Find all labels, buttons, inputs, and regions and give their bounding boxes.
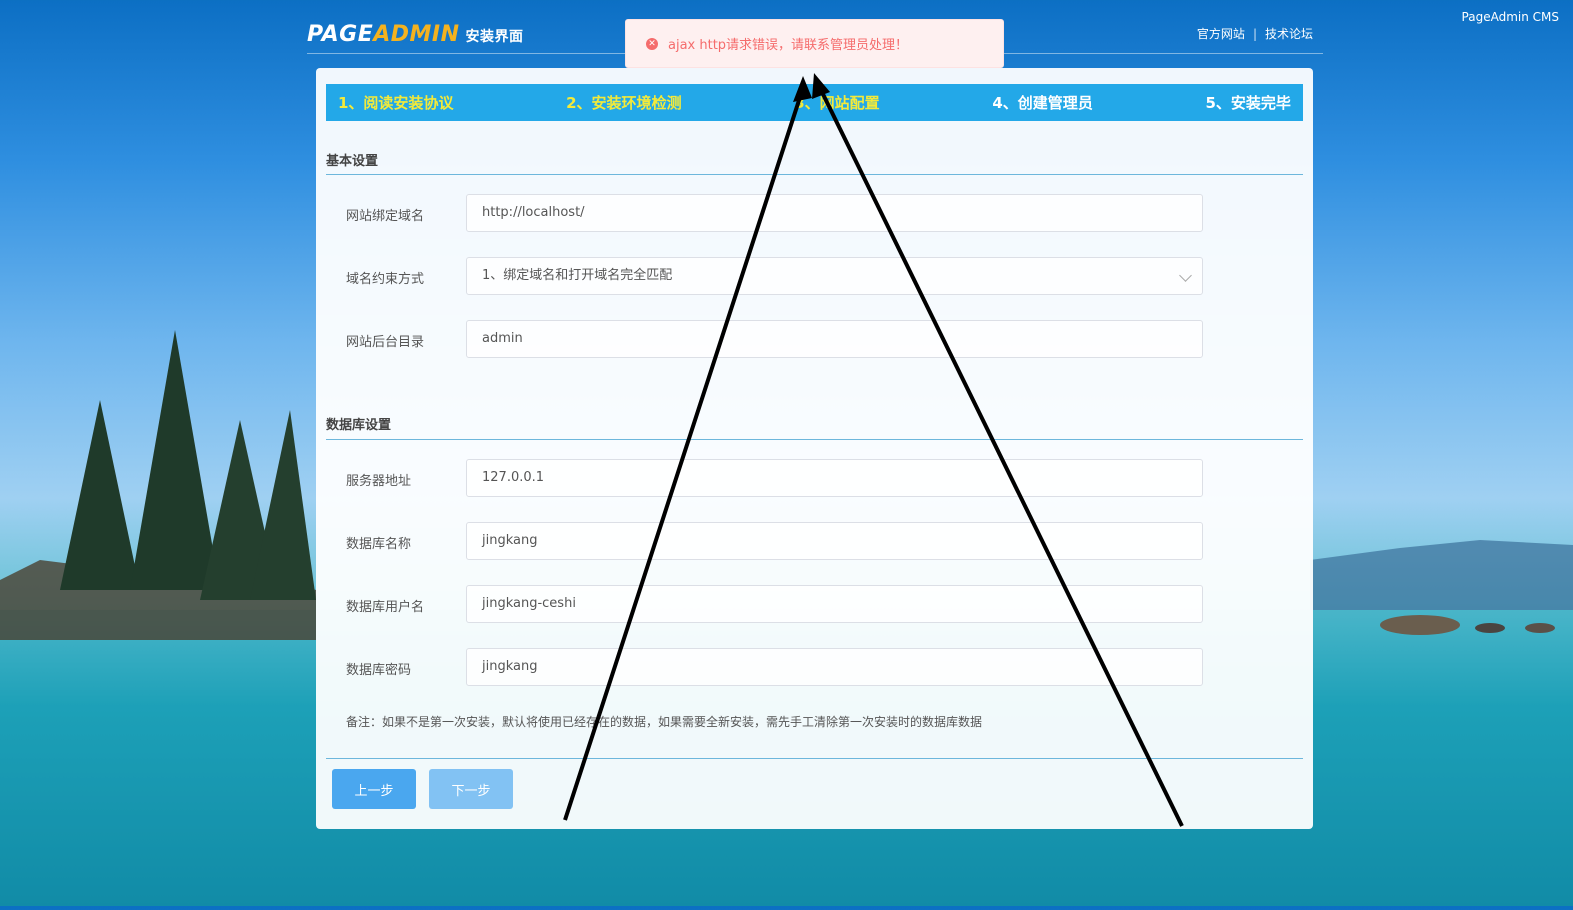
logo-page-text: PAGE	[307, 22, 374, 47]
step-4: 4、创建管理员	[992, 94, 1093, 112]
admin-dir-row: 网站后台目录 admin	[326, 320, 1303, 360]
chevron-down-icon	[1179, 269, 1192, 282]
domain-mode-label: 域名约束方式	[346, 272, 425, 287]
db-name-input[interactable]: jingkang	[466, 522, 1203, 560]
db-host-input[interactable]: 127.0.0.1	[466, 459, 1203, 497]
db-user-input[interactable]: jingkang-ceshi	[466, 585, 1203, 623]
database-settings-title: 数据库设置	[326, 418, 392, 433]
basic-settings-title: 基本设置	[326, 154, 379, 169]
step-3: 3、网站配置	[794, 94, 880, 112]
step-5: 5、安装完毕	[1205, 94, 1291, 112]
db-name-label: 数据库名称	[346, 537, 412, 552]
error-toast: ✕ ajax http请求错误，请联系管理员处理！	[625, 19, 1004, 68]
logo-admin-text: ADMIN	[373, 22, 460, 47]
domain-mode-value: 1、绑定域名和打开域名完全匹配	[482, 268, 673, 283]
db-password-input[interactable]: jingkang	[466, 648, 1203, 686]
db-user-label: 数据库用户名	[346, 600, 425, 615]
db-password-row: 数据库密码 jingkang	[326, 648, 1303, 688]
domain-mode-row: 域名约束方式 1、绑定域名和打开域名完全匹配	[326, 257, 1303, 297]
db-password-label: 数据库密码	[346, 663, 412, 678]
step-1: 1、阅读安装协议	[338, 94, 454, 112]
domain-row: 网站绑定域名 http://localhost/	[326, 194, 1303, 234]
domain-label: 网站绑定域名	[346, 209, 425, 224]
prev-step-button[interactable]: 上一步	[332, 769, 416, 809]
brand-label: PageAdmin CMS	[1461, 10, 1559, 24]
db-user-row: 数据库用户名 jingkang-ceshi	[326, 585, 1303, 625]
domain-input[interactable]: http://localhost/	[466, 194, 1203, 232]
domain-mode-select[interactable]: 1、绑定域名和打开域名完全匹配	[466, 257, 1203, 295]
db-name-row: 数据库名称 jingkang	[326, 522, 1303, 562]
error-message: ajax http请求错误，请联系管理员处理！	[668, 38, 909, 53]
link-separator: |	[1252, 27, 1257, 41]
logo-suffix: 安装界面	[465, 29, 524, 45]
step-2: 2、安装环境检测	[566, 94, 682, 112]
official-site-link[interactable]: 官方网站	[1197, 27, 1245, 41]
install-note: 备注：如果不是第一次安装，默认将使用已经存在的数据，如果需要全新安装，需先手工清…	[346, 715, 983, 729]
top-links: 官方网站 | 技术论坛	[1197, 25, 1313, 42]
next-step-button[interactable]: 下一步	[429, 769, 513, 809]
section-divider	[326, 174, 1303, 175]
section-divider	[326, 439, 1303, 440]
db-host-label: 服务器地址	[346, 474, 412, 489]
error-icon: ✕	[646, 37, 658, 50]
admin-dir-input[interactable]: admin	[466, 320, 1203, 358]
install-panel: 1、阅读安装协议 2、安装环境检测 3、网站配置 4、创建管理员 5、安装完毕 …	[316, 68, 1313, 829]
footer-divider	[326, 758, 1303, 759]
forum-link[interactable]: 技术论坛	[1265, 27, 1313, 41]
pageadmin-logo: PAGEADMIN 安装界面	[307, 22, 524, 47]
admin-dir-label: 网站后台目录	[346, 335, 425, 350]
db-host-row: 服务器地址 127.0.0.1	[326, 459, 1303, 499]
step-bar: 1、阅读安装协议 2、安装环境检测 3、网站配置 4、创建管理员 5、安装完毕	[326, 84, 1303, 121]
